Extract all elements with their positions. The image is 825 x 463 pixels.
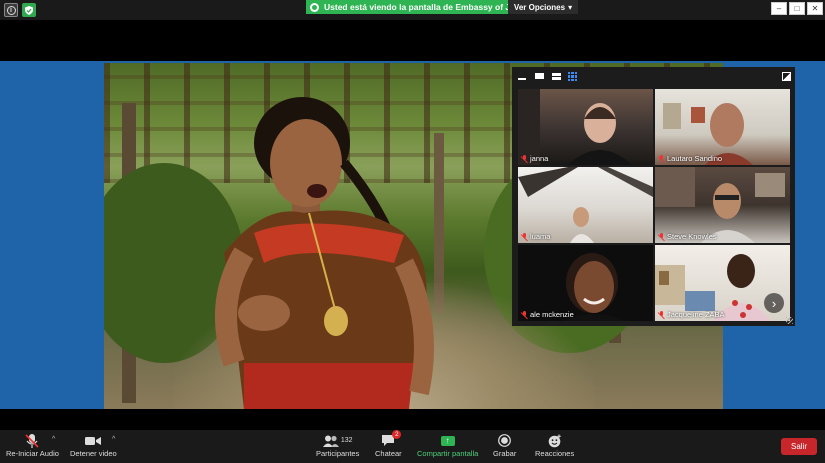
participants-button[interactable]: 132 Participantes xyxy=(316,432,359,458)
participant-name-label: Steve Knowles xyxy=(658,232,717,241)
muted-mic-icon xyxy=(658,232,665,241)
participants-icon: 132 xyxy=(322,432,353,449)
audio-options-caret-icon[interactable]: ^ xyxy=(52,436,55,443)
audio-button[interactable]: Re-Iniciar Audio xyxy=(6,432,59,458)
record-icon xyxy=(498,432,512,449)
reactions-label: Reacciones xyxy=(535,449,575,458)
participant-name: Steve Knowles xyxy=(667,232,717,241)
participant-name: janna xyxy=(530,154,549,163)
window-controls: – □ ✕ xyxy=(771,2,823,15)
participants-count: 132 xyxy=(340,437,353,444)
close-button[interactable]: ✕ xyxy=(807,2,823,15)
reactions-button[interactable]: Reacciones xyxy=(535,432,574,458)
gallery-toolbar xyxy=(512,67,795,86)
leave-meeting-button[interactable]: Salir xyxy=(781,438,817,455)
chat-unread-badge: 2 xyxy=(392,430,402,439)
video-gallery-panel: janna Lautaro Sandino luama Steve Knowle… xyxy=(512,67,795,326)
video-label: Detener video xyxy=(70,449,117,458)
share-screen-icon: ↑ xyxy=(440,432,455,449)
minimize-video-icon[interactable] xyxy=(518,72,526,80)
participant-tile[interactable]: ale mckenzie xyxy=(518,245,653,321)
muted-mic-icon xyxy=(521,310,528,319)
participant-name-label: Lautaro Sandino xyxy=(658,154,722,163)
smiley-icon xyxy=(548,432,562,449)
chevron-down-icon: ▾ xyxy=(568,2,573,12)
chat-button[interactable]: 2 Chatear xyxy=(375,430,402,458)
sharing-indicator-icon xyxy=(310,2,319,12)
participant-name-label: ale mckenzie xyxy=(521,310,574,319)
participant-tile[interactable]: Steve Knowles xyxy=(655,167,790,243)
participant-name: Lautaro Sandino xyxy=(667,154,723,163)
speaker-view-icon[interactable] xyxy=(535,72,544,80)
muted-mic-icon xyxy=(658,310,665,319)
video-camera-icon xyxy=(85,432,102,449)
participant-tile[interactable]: janna xyxy=(518,89,653,165)
exit-side-by-side-icon[interactable] xyxy=(782,72,791,80)
chat-bubble-icon: 2 xyxy=(381,430,402,449)
participant-name: luama xyxy=(530,232,551,241)
participant-tile[interactable]: Lautaro Sandino xyxy=(655,89,790,165)
audio-label: Re-Iniciar Audio xyxy=(6,449,59,458)
chat-label: Chatear xyxy=(375,449,402,458)
record-button[interactable]: Grabar xyxy=(493,432,516,458)
share-banner-text: Usted está viendo la pantalla de Embassy… xyxy=(324,2,539,12)
video-options-caret-icon[interactable]: ^ xyxy=(112,436,115,443)
gallery-view-icon[interactable] xyxy=(568,72,577,81)
resize-handle-icon[interactable] xyxy=(786,317,793,324)
participants-label: Participantes xyxy=(316,449,360,458)
participant-name-label: luama xyxy=(521,232,550,241)
muted-mic-icon xyxy=(521,154,528,163)
video-button[interactable]: Detener video xyxy=(70,432,117,458)
strip-view-icon[interactable] xyxy=(552,72,561,80)
maximize-button[interactable]: □ xyxy=(789,2,805,15)
participant-name-label: janna xyxy=(521,154,548,163)
muted-mic-icon xyxy=(521,232,528,241)
share-screen-button[interactable]: ↑ Compartir pantalla xyxy=(417,432,478,458)
view-options-label: Ver Opciones xyxy=(513,2,566,12)
view-options-button[interactable]: Ver Opciones ▾ xyxy=(508,0,578,14)
top-bar: i Usted está viendo la pantalla de Embas… xyxy=(0,0,825,20)
participant-tile[interactable]: Jacqueline ZABA › xyxy=(655,245,790,321)
top-left-icons: i xyxy=(4,3,36,17)
chevron-right-icon[interactable]: › xyxy=(764,293,784,313)
zoom-meeting-window: i Usted está viendo la pantalla de Embas… xyxy=(0,0,825,463)
share-label: Compartir pantalla xyxy=(417,449,479,458)
meeting-info-icon[interactable]: i xyxy=(4,3,18,17)
minimize-button[interactable]: – xyxy=(771,2,787,15)
participant-name: Jacqueline ZABA xyxy=(667,310,725,319)
muted-mic-icon xyxy=(658,154,665,163)
participant-name: ale mckenzie xyxy=(530,310,574,319)
participant-name-label: Jacqueline ZABA xyxy=(658,310,725,319)
record-label: Grabar xyxy=(493,449,517,458)
meeting-toolbar: Re-Iniciar Audio ^ Detener video ^ 132 P… xyxy=(0,430,825,463)
muted-microphone-icon xyxy=(25,432,40,449)
security-shield-icon[interactable] xyxy=(22,3,36,17)
participant-tile[interactable]: luama xyxy=(518,167,653,243)
